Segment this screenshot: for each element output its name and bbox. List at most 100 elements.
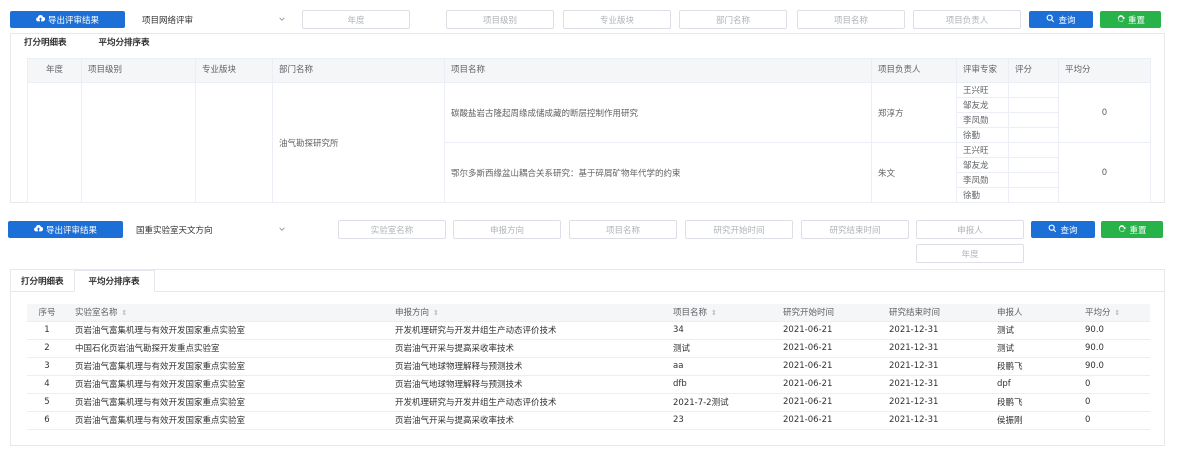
- cell-applicant: 测试: [989, 321, 1077, 340]
- average-cell: 0: [1058, 82, 1151, 143]
- project-name-cell: 碳酸盐岩古隆起周缘成储成藏的断层控制作用研究: [444, 82, 872, 143]
- cell-direction: 页岩油气地球物理解释与预测技术: [387, 357, 665, 376]
- reviewer-cell: 徐勤: [956, 187, 1009, 203]
- reviewer-cell: 邹友龙: [956, 97, 1009, 113]
- project-leader-input[interactable]: 项目负责人: [913, 10, 1021, 29]
- query-button[interactable]: 查询: [1031, 221, 1095, 238]
- reviewer-cell: 邹友龙: [956, 157, 1009, 173]
- col-direction[interactable]: 申报方向 ⇕: [387, 304, 665, 322]
- col-index: 序号: [27, 304, 67, 322]
- tab-average-ranking[interactable]: 平均分排序表: [73, 270, 155, 292]
- applicant-input[interactable]: 申报人: [916, 220, 1024, 239]
- cell-start-time: 2021-06-21: [775, 411, 881, 430]
- cell-applicant: 段鹏飞: [989, 393, 1077, 412]
- year-input[interactable]: 年度: [302, 10, 410, 29]
- cell-average: 90.0: [1077, 321, 1150, 340]
- cell-applicant: dpf: [989, 375, 1077, 394]
- cell-average: 90.0: [1077, 357, 1150, 376]
- reviewer-cell: 李凤勋: [956, 172, 1009, 188]
- cloud-upload-icon: [36, 14, 46, 26]
- query-button[interactable]: 查询: [1029, 11, 1093, 28]
- year-input[interactable]: 年度: [916, 244, 1024, 263]
- project-leader-cell: 郑淳方: [871, 82, 957, 143]
- cell-average: 0: [1077, 411, 1150, 430]
- col-start-time: 研究开始时间: [775, 304, 881, 322]
- sort-icon[interactable]: ⇕: [1115, 309, 1121, 317]
- table-header-row: 序号 实验室名称 ⇕ 申报方向 ⇕ 项目名称 ⇕ 研究开始时间 研究结束时间 申报人 …: [27, 304, 1150, 322]
- cell-project-name: 2021-7-2测试: [665, 393, 775, 412]
- cell-lab-name: 页岩油气富集机理与有效开发国家重点实验室: [67, 357, 387, 376]
- cell-project-name: dfb: [665, 375, 775, 394]
- average-ranking-table: 序号 实验室名称 ⇕ 申报方向 ⇕ 项目名称 ⇕ 研究开始时间 研究结束时间 申报人 …: [27, 304, 1150, 430]
- cell-end-time: 2021-12-31: [881, 321, 989, 340]
- cell-index: 2: [27, 339, 67, 358]
- toolbar-review-network: 导出评审结果 项目网络评审 年度 项目级别 专业版块 部门名称 项目名称 项目负…: [0, 9, 1177, 31]
- sort-icon[interactable]: ⇕: [433, 309, 439, 317]
- sort-icon[interactable]: ⇕: [711, 309, 717, 317]
- cell-direction: 开发机理研究与开发井组生产动态评价技术: [387, 393, 665, 412]
- average-ranking-panel: 打分明细表 平均分排序表 序号 实验室名称 ⇕ 申报方向 ⇕ 项目名称 ⇕ 研究开始时…: [10, 269, 1165, 446]
- end-time-input[interactable]: 研究结束时间: [801, 220, 909, 239]
- reset-button[interactable]: 重置: [1101, 221, 1163, 238]
- cell-end-time: 2021-12-31: [881, 375, 989, 394]
- refresh-icon: [1117, 224, 1126, 236]
- export-results-button[interactable]: 导出评审结果: [8, 221, 123, 238]
- table-row: 油气勘探研究所 碳酸盐岩古隆起周缘成储成藏的断层控制作用研究 郑淳方 王兴旺 0: [27, 82, 1151, 203]
- cell-direction: 页岩油气开采与提高采收率技术: [387, 339, 665, 358]
- table-row[interactable]: 5 页岩油气富集机理与有效开发国家重点实验室 开发机理研究与开发井组生产动态评价技术…: [27, 393, 1150, 412]
- export-results-button[interactable]: 导出评审结果: [10, 11, 125, 28]
- department-input[interactable]: 部门名称: [679, 10, 787, 29]
- col-lab-name[interactable]: 实验室名称 ⇕: [67, 304, 387, 322]
- cell-start-time: 2021-06-21: [775, 393, 881, 412]
- col-average[interactable]: 平均分 ⇕: [1077, 304, 1150, 322]
- start-time-input[interactable]: 研究开始时间: [685, 220, 793, 239]
- col-project-name[interactable]: 项目名称 ⇕: [665, 304, 775, 322]
- score-detail-panel: 年度 项目级别 专业版块 部门名称 项目名称 项目负责人 评审专家 评分 平均分…: [10, 33, 1165, 203]
- project-name-input[interactable]: 项目名称: [569, 220, 677, 239]
- project-name-cell: 鄂尔多斯西缘盆山耦合关系研究：基于碎屑矿物年代学的约束: [444, 142, 872, 203]
- discipline-input[interactable]: 专业版块: [563, 10, 671, 29]
- reset-button[interactable]: 重置: [1100, 11, 1161, 28]
- cell-index: 3: [27, 357, 67, 376]
- cell-lab-name: 页岩油气富集机理与有效开发国家重点实验室: [67, 393, 387, 412]
- cell-index: 6: [27, 411, 67, 430]
- col-end-time: 研究结束时间: [881, 304, 989, 322]
- cell-lab-name: 中国石化页岩油气勘探开发重点实验室: [67, 339, 387, 358]
- col-project-name: 项目名称: [444, 58, 872, 83]
- sort-icon[interactable]: ⇕: [122, 309, 128, 317]
- table-row[interactable]: 1 页岩油气富集机理与有效开发国家重点实验室 开发机理研究与开发井组生产动态评价技术…: [27, 321, 1150, 340]
- tab-score-detail[interactable]: 打分明细表: [11, 270, 74, 291]
- cell-average: 90.0: [1077, 339, 1150, 358]
- project-name-input[interactable]: 项目名称: [797, 10, 905, 29]
- review-type-select[interactable]: 项目网络评审: [132, 10, 292, 29]
- cell-index: 4: [27, 375, 67, 394]
- col-project-level: 项目级别: [81, 58, 196, 83]
- cell-project-name: aa: [665, 357, 775, 376]
- lab-name-input[interactable]: 实验室名称: [338, 220, 446, 239]
- table-row[interactable]: 3 页岩油气富集机理与有效开发国家重点实验室 页岩油气地球物理解释与预测技术 aa 20…: [27, 357, 1150, 376]
- score-cell: [1008, 127, 1059, 143]
- cell-average: 0: [1077, 375, 1150, 394]
- table-row[interactable]: 6 页岩油气富集机理与有效开发国家重点实验室 页岩油气开采与提高采收率技术 23 202…: [27, 411, 1150, 430]
- cell-average: 0: [1077, 393, 1150, 412]
- review-type-select[interactable]: 国重实验室天文方向: [126, 220, 292, 239]
- col-average: 平均分: [1058, 58, 1151, 83]
- cell-end-time: 2021-12-31: [881, 411, 989, 430]
- score-cell: [1008, 157, 1059, 173]
- direction-input[interactable]: 申报方向: [453, 220, 561, 239]
- ranking-table-body: 1 页岩油气富集机理与有效开发国家重点实验室 开发机理研究与开发井组生产动态评价技术…: [27, 321, 1150, 430]
- cell-end-time: 2021-12-31: [881, 357, 989, 376]
- table-row[interactable]: 4 页岩油气富集机理与有效开发国家重点实验室 页岩油气地球物理解释与预测技术 dfb 2…: [27, 375, 1150, 394]
- cell-start-time: 2021-06-21: [775, 339, 881, 358]
- score-cell: [1008, 97, 1059, 113]
- search-icon: [1048, 224, 1057, 236]
- col-score: 评分: [1008, 58, 1059, 83]
- department-cell: 油气勘探研究所: [272, 82, 445, 203]
- col-department: 部门名称: [272, 58, 445, 83]
- reviewer-cell: 王兴旺: [956, 82, 1009, 98]
- score-cell: [1008, 142, 1059, 158]
- table-row[interactable]: 2 中国石化页岩油气勘探开发重点实验室 页岩油气开采与提高采收率技术 测试 2021-0…: [27, 339, 1150, 358]
- col-reviewer: 评审专家: [956, 58, 1009, 83]
- cell-end-time: 2021-12-31: [881, 339, 989, 358]
- project-level-input[interactable]: 项目级别: [446, 10, 554, 29]
